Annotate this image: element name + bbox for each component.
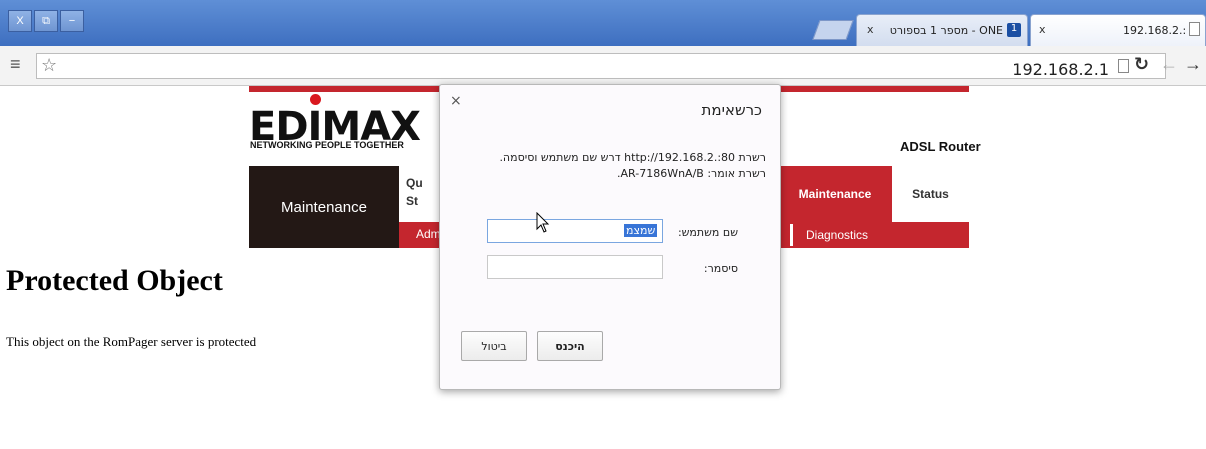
tab-router[interactable]: x 192.168.2.: [1030, 14, 1206, 46]
close-window-button[interactable]: X [8, 10, 32, 32]
restore-icon: ⧉ [42, 14, 50, 27]
url-text[interactable]: 192.168.2.1 [1012, 60, 1109, 79]
cancel-button[interactable]: ביטול [461, 331, 527, 361]
login-button[interactable]: היכנס [537, 331, 603, 361]
minimize-icon: − [68, 15, 76, 27]
dialog-message-2: רשרת אומר: AR-7186WnA/B. [617, 167, 766, 180]
password-field[interactable] [487, 255, 663, 279]
nav-quick-setup[interactable]: Qu [406, 176, 423, 190]
menu-icon[interactable]: ≡ [10, 54, 21, 75]
tab-title: ONE - מספר 1 בספורט [889, 24, 1003, 37]
dialog-close-icon[interactable]: × [450, 93, 462, 109]
tab-close-icon[interactable]: x [1039, 23, 1046, 36]
page-title: Protected Object [6, 264, 223, 297]
browser-titlebar: X ⧉ − x ONE - מספר 1 בספורט 1 x 192.168.… [0, 0, 1206, 46]
page-icon [1189, 22, 1200, 36]
browser-toolbar: ≡ ☆ 192.168.2.1 ↻ ← → [0, 46, 1206, 86]
tab-one-sport[interactable]: x ONE - מספר 1 בספורט 1 [856, 14, 1028, 46]
page-info-icon[interactable] [1118, 59, 1129, 73]
mouse-cursor-icon [536, 212, 550, 233]
username-label: שם משתמש: [677, 226, 738, 239]
product-name: ADSL Router [900, 139, 981, 154]
subnav-divider [790, 224, 793, 246]
password-label: סיסמר: [703, 262, 738, 275]
back-icon[interactable]: ← [1160, 54, 1178, 75]
forward-icon[interactable]: → [1184, 54, 1202, 75]
tab-favicon-icon: 1 [1007, 23, 1021, 37]
dialog-message: רשרת http://192.168.2.:80 דרש שם משתמש ו… [499, 151, 766, 164]
star-icon[interactable]: ☆ [41, 55, 57, 76]
page-body-text: This object on the RomPager server is pr… [6, 334, 257, 349]
dialog-title: כרשאימת [701, 101, 762, 119]
auth-dialog: × כרשאימת רשרת http://192.168.2.:80 דרש … [439, 84, 781, 390]
section-title: Maintenance [249, 166, 399, 248]
nav-quick-setup-2[interactable]: St [406, 194, 418, 208]
username-value: שמצמ [624, 224, 658, 237]
close-icon: X [16, 15, 24, 27]
tab-title: 192.168.2.: [1123, 24, 1185, 37]
new-tab-button[interactable] [812, 20, 854, 40]
nav-maintenance[interactable]: Maintenance [778, 166, 892, 222]
reload-icon[interactable]: ↻ [1134, 54, 1149, 75]
tab-close-icon[interactable]: x [867, 23, 874, 36]
minimize-window-button[interactable]: − [60, 10, 84, 32]
logo-dot [310, 94, 321, 105]
logo-tagline: NETWORKING PEOPLE TOGETHER [250, 140, 404, 150]
nav-status[interactable]: Status [892, 166, 969, 222]
address-bar[interactable]: ☆ 192.168.2.1 [36, 53, 1166, 79]
subnav-administration[interactable]: Adm [416, 227, 441, 241]
subnav-diagnostics[interactable]: Diagnostics [806, 228, 868, 242]
restore-window-button[interactable]: ⧉ [34, 10, 58, 32]
